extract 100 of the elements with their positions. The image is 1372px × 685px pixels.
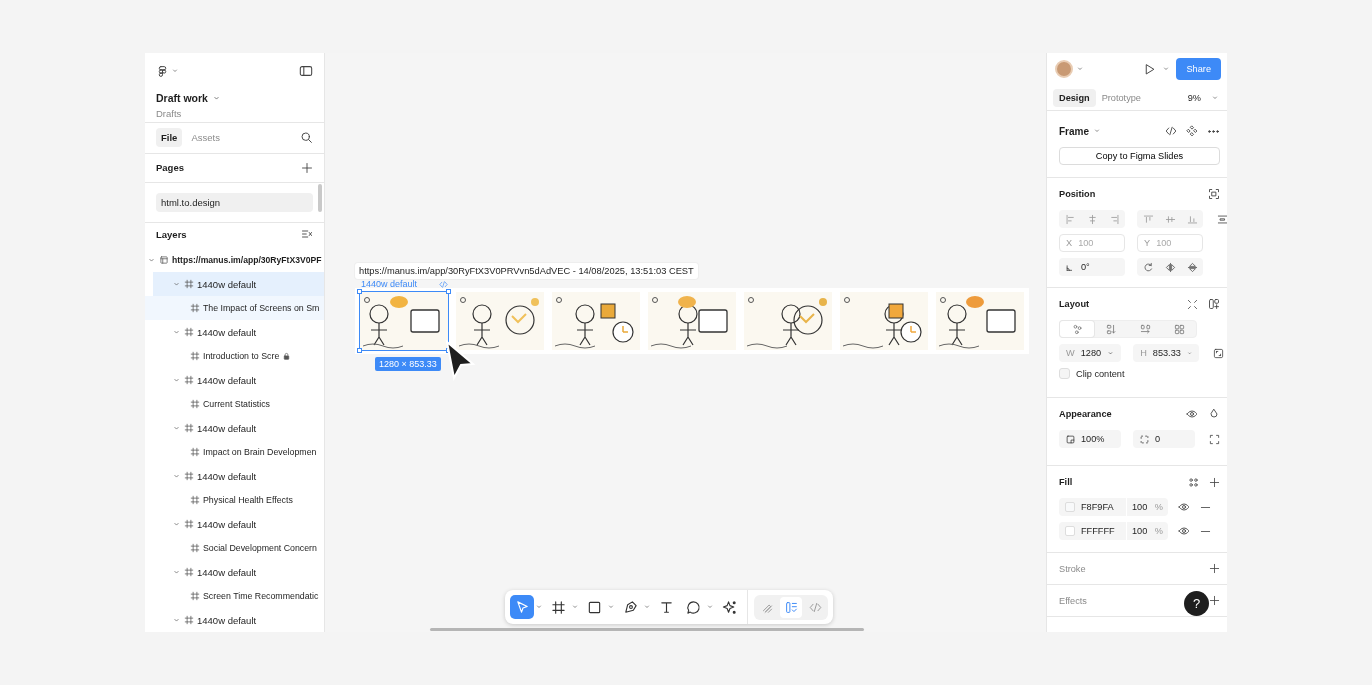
speech-bubble-icon xyxy=(685,599,701,615)
layer-item[interactable]: 1440w default xyxy=(153,560,324,584)
focus-icon xyxy=(1208,188,1220,200)
layer-item[interactable]: The Impact of Screens on Sm xyxy=(145,296,324,320)
code-icon xyxy=(439,280,448,289)
layers-heading: Layers xyxy=(156,228,187,240)
layer-item[interactable]: Social Development Concern xyxy=(145,536,324,560)
section-heading: Layout xyxy=(1059,299,1090,309)
frame-caption: https://manus.im/app/30RyFtX3V0PRVvn5dAdVEC - 14/08/2025, 13:51:03 CEST xyxy=(355,263,698,279)
panel-tab[interactable]: Design xyxy=(1053,88,1096,107)
free-layout-button[interactable] xyxy=(1060,321,1094,337)
height-field[interactable]: H 853.33 xyxy=(1133,344,1200,362)
corner-expand-icon xyxy=(1209,433,1220,445)
pages-heading: Pages xyxy=(156,162,184,174)
resize-handle[interactable] xyxy=(446,289,451,294)
opacity-field[interactable]: 100% xyxy=(1059,430,1121,448)
auto-layout-icon xyxy=(1187,298,1198,310)
frame-icon xyxy=(190,447,200,457)
resize-icon xyxy=(1213,347,1225,359)
layer-item[interactable]: Physical Health Effects xyxy=(145,488,324,512)
layout-mode-switch[interactable] xyxy=(1059,320,1197,338)
frame-icon xyxy=(190,351,200,361)
page-icon xyxy=(159,255,169,265)
chevron-icon xyxy=(1211,93,1219,102)
add-effect-icon xyxy=(1209,595,1220,606)
frame-icon xyxy=(184,375,194,385)
corner-radius-icon xyxy=(1140,434,1149,444)
page-item[interactable]: html.to.design xyxy=(156,192,313,212)
panel-tab[interactable]: Assets xyxy=(186,128,225,148)
fill-field[interactable]: F8F9FA 100 % xyxy=(1059,498,1168,516)
rotate-icon xyxy=(1142,261,1154,273)
frame-icon xyxy=(190,543,200,553)
free-layout-icon xyxy=(1071,323,1083,335)
width-field[interactable]: W 1280 xyxy=(1059,344,1122,362)
align-right-icon xyxy=(1108,213,1120,225)
frame-icon xyxy=(190,303,200,313)
sparkle-icon xyxy=(721,599,737,615)
resize-handle[interactable] xyxy=(357,289,362,294)
hash-icon xyxy=(550,599,566,615)
frame-icon xyxy=(184,567,194,577)
color-swatch[interactable] xyxy=(1065,526,1075,536)
square-icon xyxy=(586,599,602,615)
layer-item[interactable]: 1440w default xyxy=(153,464,324,488)
sidebar-toggle-icon xyxy=(299,64,313,78)
layer-item[interactable]: https://manus.im/app/30RyFtX3V0PF xyxy=(145,248,324,272)
caret-icon xyxy=(535,603,543,611)
layer-item[interactable]: Current Statistics xyxy=(145,392,324,416)
align-bottom-icon xyxy=(1186,213,1198,225)
layer-item[interactable]: Screen Time Recommendatic xyxy=(145,584,324,608)
blend-icon xyxy=(1208,408,1220,420)
chevron-icon xyxy=(1107,349,1115,357)
panel-tab[interactable]: Prototype xyxy=(1095,88,1147,107)
layer-item[interactable]: 1440w default xyxy=(153,608,324,632)
layer-item[interactable]: 1440w default xyxy=(153,320,324,344)
visibility-icon xyxy=(1178,501,1190,513)
layer-item[interactable]: Impact on Brain Developmen xyxy=(145,440,324,464)
scrollbar[interactable] xyxy=(430,628,864,631)
checkbox[interactable] xyxy=(1059,368,1070,379)
figma-logo-icon xyxy=(156,64,169,78)
layer-item[interactable]: 1440w default xyxy=(153,272,324,296)
grid-layout-icon xyxy=(1173,323,1185,335)
chevron-icon xyxy=(1076,65,1084,73)
layout-icon xyxy=(784,600,798,614)
chevron-icon xyxy=(1162,65,1171,73)
frame-type-dropdown[interactable]: Frame xyxy=(1059,125,1089,137)
layer-item[interactable]: 1440w default xyxy=(153,416,324,440)
file-name[interactable]: Draft work xyxy=(156,92,208,104)
code-icon xyxy=(1165,125,1177,137)
size-badge: 1280 × 853.33 xyxy=(375,357,441,371)
layer-item[interactable]: 1440w default xyxy=(153,512,324,536)
angle-icon xyxy=(1066,262,1075,272)
rotation-field[interactable]: 0° xyxy=(1059,258,1125,276)
frame-icon xyxy=(190,495,200,505)
add-page-icon xyxy=(301,161,313,174)
visibility-icon xyxy=(1186,408,1198,420)
help-button[interactable]: ? xyxy=(1184,591,1209,616)
styles-icon xyxy=(1188,476,1199,488)
component-icon xyxy=(1186,125,1198,137)
scrollbar[interactable] xyxy=(318,183,322,212)
add-stroke-icon xyxy=(1209,563,1220,574)
align-middle-icon xyxy=(1164,213,1176,225)
clip-content-label: Clip content xyxy=(1076,368,1125,379)
zoom-level[interactable]: 9% xyxy=(1187,92,1201,103)
horizontal-layout-icon xyxy=(1139,323,1151,335)
section-heading: Fill xyxy=(1059,477,1073,487)
layer-item[interactable]: Introduction to Scre xyxy=(145,344,324,368)
search-icon xyxy=(300,131,313,145)
chevron-icon xyxy=(1093,127,1101,135)
resize-handle[interactable] xyxy=(357,348,362,353)
panel-tab[interactable]: File xyxy=(156,128,183,148)
align-center-icon xyxy=(1086,213,1098,225)
corner-radius-field[interactable]: 0 xyxy=(1133,430,1195,448)
fill-field[interactable]: FFFFFF 100 % xyxy=(1059,522,1168,540)
layer-item[interactable]: 1440w default xyxy=(153,368,324,392)
avatar[interactable] xyxy=(1055,60,1073,78)
design-mode-button[interactable] xyxy=(780,596,802,618)
color-swatch[interactable] xyxy=(1065,502,1075,512)
align-left-icon xyxy=(1064,213,1076,225)
copy-to-slides-button[interactable]: Copy to Figma Slides xyxy=(1059,147,1220,165)
pen-nib-icon xyxy=(622,599,638,615)
